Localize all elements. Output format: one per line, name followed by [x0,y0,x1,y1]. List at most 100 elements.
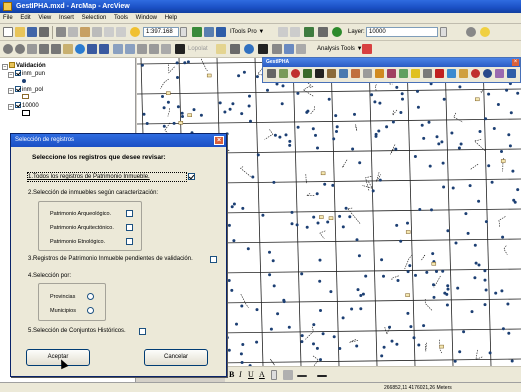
menu-tools[interactable]: Tools [111,13,131,24]
fixed-zoom-out-icon[interactable] [51,44,61,54]
heritage-point[interactable] [510,359,514,363]
menu-view[interactable]: View [35,13,54,24]
heritage-point[interactable] [341,316,345,320]
heritage-point[interactable] [507,133,511,137]
heritage-point[interactable] [478,130,482,133]
toc-layer-inm-pun[interactable]: − inm_pun [8,70,45,78]
heritage-point[interactable] [255,75,259,79]
heritage-point[interactable] [162,124,166,128]
heritage-point[interactable] [273,133,277,137]
option-historic-sites-checkbox[interactable] [139,328,146,335]
heritage-point[interactable] [456,286,460,290]
report-icon[interactable] [375,69,384,78]
hyperlink-icon[interactable] [149,44,159,54]
heritage-point[interactable] [509,111,513,115]
heritage-point[interactable] [487,92,491,96]
option-all-records-label[interactable]: 1.Todos los registros de Patrimonio Inmu… [28,173,150,181]
heritage-point[interactable] [237,74,241,78]
close-icon[interactable]: × [512,59,519,66]
help-pointer-icon[interactable] [216,27,226,37]
heritage-point[interactable] [483,269,487,273]
heritage-point[interactable] [231,102,235,106]
heritage-point[interactable] [255,340,259,344]
heritage-point[interactable] [446,284,450,288]
contrast-icon[interactable] [466,27,476,37]
heritage-point[interactable] [382,274,385,278]
heritage-point[interactable] [516,91,520,95]
heritage-point[interactable] [445,303,449,307]
redo-icon[interactable] [116,27,126,37]
heritage-point[interactable] [315,192,319,196]
heritage-point[interactable] [408,264,412,268]
heritage-point[interactable] [468,184,472,188]
point-tool-icon[interactable] [315,69,324,78]
heritage-point[interactable] [406,311,410,315]
table-icon[interactable] [318,27,328,37]
heritage-polygon[interactable] [431,262,437,266]
heritage-point[interactable] [430,208,433,212]
arctoolbox-icon[interactable] [204,27,214,37]
layers-icon[interactable] [387,69,396,78]
heritage-point[interactable] [445,292,449,296]
heritage-point[interactable] [281,84,285,88]
heritage-point[interactable] [371,189,375,193]
heritage-point[interactable] [332,335,336,339]
heritage-point[interactable] [280,102,284,106]
heritage-point[interactable] [501,327,505,331]
heritage-point[interactable] [316,146,319,150]
heritage-point[interactable] [334,114,338,118]
heritage-point[interactable] [296,125,300,129]
menu-help[interactable]: Help [162,13,180,24]
heritage-point[interactable] [290,222,294,226]
heritage-point[interactable] [230,205,234,209]
heritage-point[interactable] [145,122,149,125]
heritage-point[interactable] [321,332,325,336]
heritage-point[interactable] [406,270,410,274]
graph-icon[interactable] [284,44,294,54]
heritage-point[interactable] [312,342,315,346]
heritage-point[interactable] [432,283,435,287]
heritage-point[interactable] [484,288,488,292]
fixed-zoom-in-icon[interactable] [39,44,49,54]
heritage-point[interactable] [331,183,335,187]
heritage-point[interactable] [315,346,319,350]
heritage-point[interactable] [261,213,265,217]
heritage-point[interactable] [246,247,250,251]
heritage-point[interactable] [351,147,355,151]
data-view-icon[interactable] [272,44,282,54]
heritage-point[interactable] [319,358,322,362]
heritage-point[interactable] [232,239,236,243]
heritage-point[interactable] [400,92,404,96]
heritage-point[interactable] [359,294,363,297]
record-icon[interactable] [291,69,300,78]
heritage-polygon[interactable] [405,293,410,297]
toc-root-row[interactable]: − Validación [2,62,46,70]
heritage-polygon[interactable] [439,344,444,349]
line-color-icon[interactable] [297,375,307,377]
italic-button[interactable]: I [239,370,242,380]
heritage-point[interactable] [295,223,299,227]
filter-icon[interactable] [411,69,420,78]
heritage-point[interactable] [477,263,481,267]
heritage-polygon[interactable] [319,215,324,219]
toc-layer-inm-pol[interactable]: − inm_pol [8,86,43,94]
layer-visibility-checkbox[interactable] [15,102,21,108]
table-icon[interactable] [267,69,276,78]
type-architectural-checkbox[interactable] [126,224,133,231]
heritage-point[interactable] [457,146,461,150]
heritage-point[interactable] [401,97,404,101]
heritage-point[interactable] [462,330,466,334]
layout-icon[interactable] [216,44,226,54]
heritage-point[interactable] [435,270,438,273]
settings-icon[interactable] [423,69,432,78]
heritage-point[interactable] [507,331,511,335]
close-icon[interactable]: × [214,136,224,145]
globe-icon[interactable] [244,44,254,54]
collapse-icon[interactable]: − [8,88,14,94]
heritage-point[interactable] [382,345,386,349]
extension-icon[interactable] [296,44,306,54]
heritage-point[interactable] [385,125,389,129]
heritage-point[interactable] [356,288,360,292]
heritage-point[interactable] [341,225,345,229]
alert-icon[interactable] [435,69,444,78]
